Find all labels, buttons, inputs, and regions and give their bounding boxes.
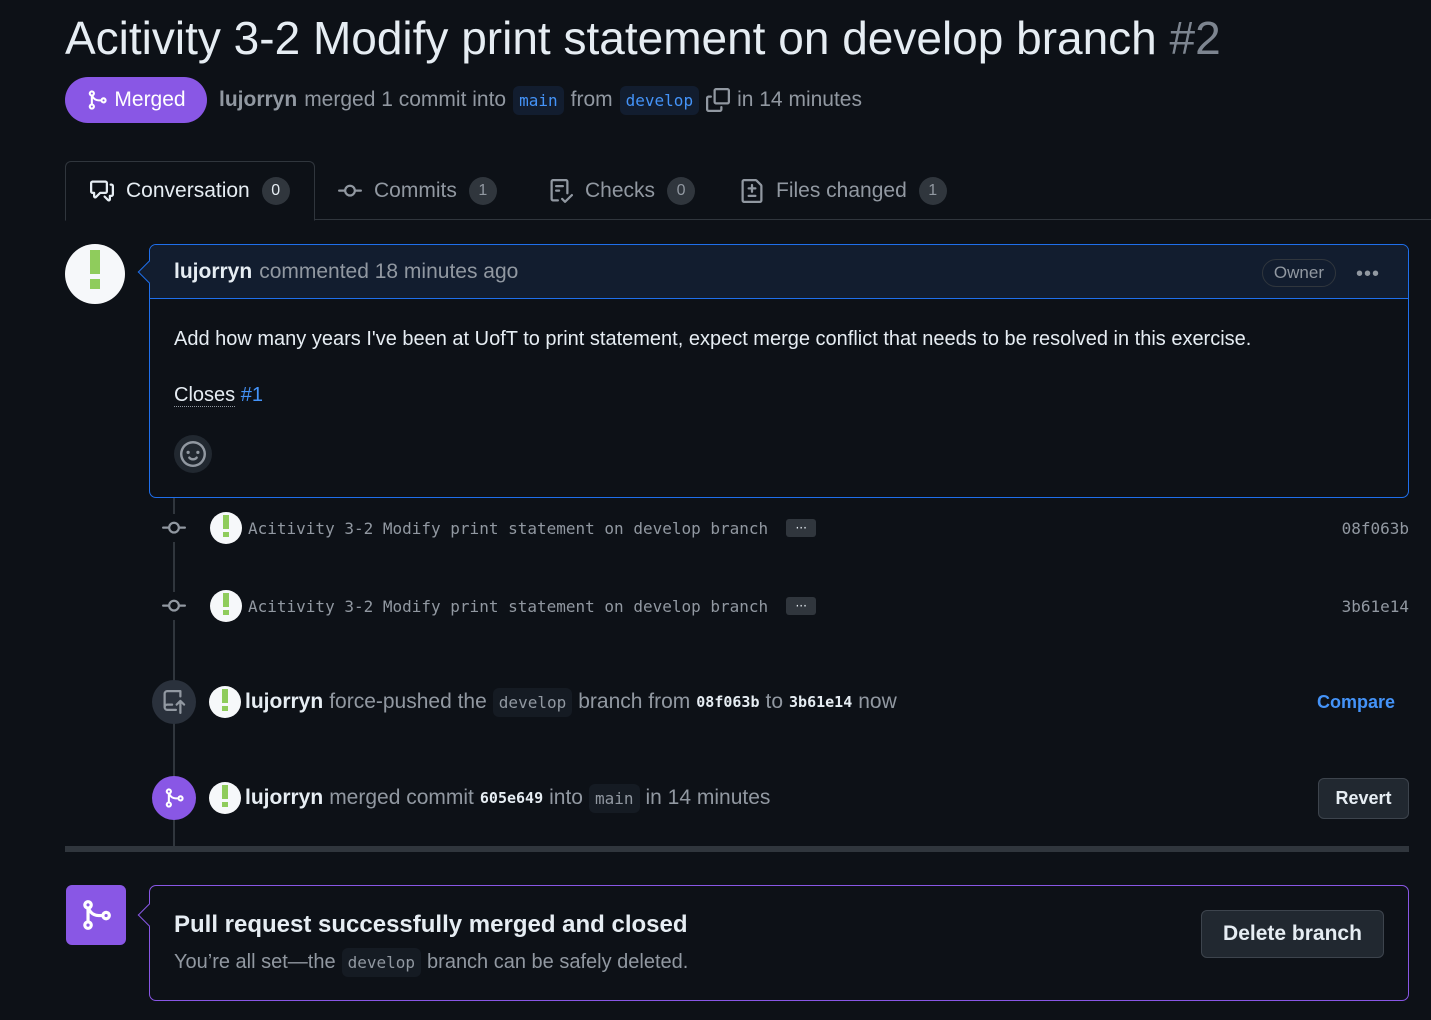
timeline-commit: Acitivity 3-2 Modify print statement on …: [160, 586, 1409, 626]
revert-button[interactable]: Revert: [1318, 777, 1409, 819]
tab-files-changed[interactable]: Files changed 1: [740, 161, 947, 220]
head-branch[interactable]: develop: [619, 85, 700, 115]
pr-author-link[interactable]: lujorryn: [219, 88, 297, 112]
tab-commits-label: Commits: [374, 178, 457, 202]
force-push-time[interactable]: now: [858, 690, 897, 714]
smiley-icon: [180, 441, 206, 467]
repo-push-icon: [152, 680, 196, 724]
merge-icon: [152, 776, 196, 820]
tab-conversation-label: Conversation: [126, 179, 250, 202]
actor-link[interactable]: lujorryn: [245, 690, 323, 714]
comment-header: lujorryn commented 18 minutes ago: [150, 245, 1408, 299]
tab-files-changed-count: 1: [918, 176, 947, 205]
delete-branch-button[interactable]: Delete branch: [1201, 910, 1384, 958]
closes-line: Closes #1: [174, 379, 1384, 411]
from-text: from: [570, 88, 613, 111]
commit-author-avatar[interactable]: [210, 512, 242, 544]
merge-box-title: Pull request successfully merged and clo…: [174, 911, 688, 938]
author-avatar[interactable]: [65, 244, 125, 304]
git-commit-icon: [338, 184, 362, 197]
merge-icon: [89, 90, 108, 110]
base-branch[interactable]: main: [513, 85, 564, 115]
merge-box-arrow: [137, 903, 161, 927]
comment-text: Add how many years I've been at UofT to …: [174, 328, 1252, 350]
merge-box-icon: [66, 885, 126, 945]
commit-author-avatar[interactable]: [210, 590, 242, 622]
tab-conversation[interactable]: Conversation 0: [65, 161, 315, 221]
merged-state-badge: Merged: [65, 77, 207, 123]
force-push-branch[interactable]: develop: [492, 687, 573, 717]
timeline-commit: Acitivity 3-2 Modify print statement on …: [160, 508, 1409, 548]
into-text: into: [549, 786, 583, 809]
tab-conversation-count: 0: [261, 177, 290, 205]
kebab-menu-icon[interactable]: •••: [1356, 263, 1380, 286]
timeline-separator: [65, 846, 1409, 852]
merge-target-branch[interactable]: main: [588, 783, 640, 813]
commit-sha-link[interactable]: 08f063b: [1342, 519, 1409, 538]
git-commit-icon: [160, 514, 188, 542]
merge-box-branch[interactable]: develop: [341, 948, 422, 977]
comment-author-link[interactable]: lujorryn: [174, 260, 252, 284]
commit-message-link[interactable]: Acitivity 3-2 Modify print statement on …: [248, 597, 768, 616]
force-push-text: force-pushed the: [329, 690, 487, 713]
from-sha-link[interactable]: 08f063b: [696, 693, 759, 711]
add-reaction-button[interactable]: [174, 435, 212, 473]
identicon: [90, 250, 100, 289]
git-commit-icon: [160, 592, 188, 620]
pr-number: #2: [1169, 12, 1221, 64]
force-push-text-2: branch from: [578, 690, 691, 713]
state-label: Merged: [114, 88, 186, 111]
comment-card: lujorryn commented 18 minutes ago Owner …: [137, 244, 1409, 498]
pr-title: Acitivity 3-2 Modify print statement on …: [65, 8, 1221, 68]
merge-sub-text-2: branch can be safely deleted.: [427, 951, 689, 973]
merge-box-subtitle: You’re all set—the develop branch can be…: [174, 948, 688, 977]
tab-checks-label: Checks: [585, 178, 656, 202]
copy-icon[interactable]: [706, 88, 731, 112]
merge-event-text: merged commit: [329, 786, 474, 809]
to-sha-link[interactable]: 3b61e14: [789, 693, 852, 711]
merge-commit-sha-link[interactable]: 605e649: [480, 789, 543, 807]
actor-avatar[interactable]: [209, 686, 241, 718]
file-diff-icon: [741, 178, 763, 203]
merge-icon: [83, 900, 111, 930]
merged-text: merged 1 commit into: [304, 88, 507, 111]
tab-commits[interactable]: Commits 1: [338, 161, 497, 220]
closes-issue-link[interactable]: #1: [241, 384, 263, 406]
pr-meta: lujorryn merged 1 commit into main from …: [219, 82, 862, 118]
force-push-event: lujorryn force-pushed the develop branch…: [152, 680, 1409, 724]
pr-tabs: Conversation 0 Commits 1 Checks 0 Files …: [65, 161, 1431, 221]
merge-status-box: Pull request successfully merged and clo…: [137, 885, 1409, 1001]
tab-checks-count: 0: [667, 176, 696, 205]
merge-sub-text-1: You’re all set—the: [174, 951, 336, 973]
commit-sha-link[interactable]: 3b61e14: [1342, 597, 1409, 616]
merge-event: lujorryn merged commit 605e649 into main…: [152, 776, 1409, 820]
expand-commit-button[interactable]: ···: [786, 519, 817, 537]
time-text: in 14 minutes: [737, 88, 862, 111]
tab-files-changed-label: Files changed: [776, 178, 907, 202]
commit-message-link[interactable]: Acitivity 3-2 Modify print statement on …: [248, 519, 768, 538]
merge-event-time[interactable]: in 14 minutes: [646, 786, 771, 810]
to-text: to: [765, 690, 784, 713]
comment-action[interactable]: commented 18 minutes ago: [259, 260, 518, 284]
owner-badge: Owner: [1261, 259, 1336, 287]
closes-label: Closes: [174, 384, 236, 407]
compare-link[interactable]: Compare: [1317, 692, 1395, 713]
checklist-icon: [550, 178, 573, 203]
expand-commit-button[interactable]: ···: [786, 597, 817, 615]
comment-body: Add how many years I've been at UofT to …: [150, 299, 1408, 411]
comment-discussion-icon: [90, 180, 114, 202]
actor-link[interactable]: lujorryn: [245, 786, 323, 810]
pr-title-text: Acitivity 3-2 Modify print statement on …: [65, 12, 1157, 64]
tab-commits-count: 1: [468, 176, 497, 205]
tab-checks[interactable]: Checks 0: [549, 161, 696, 220]
actor-avatar[interactable]: [209, 782, 241, 814]
